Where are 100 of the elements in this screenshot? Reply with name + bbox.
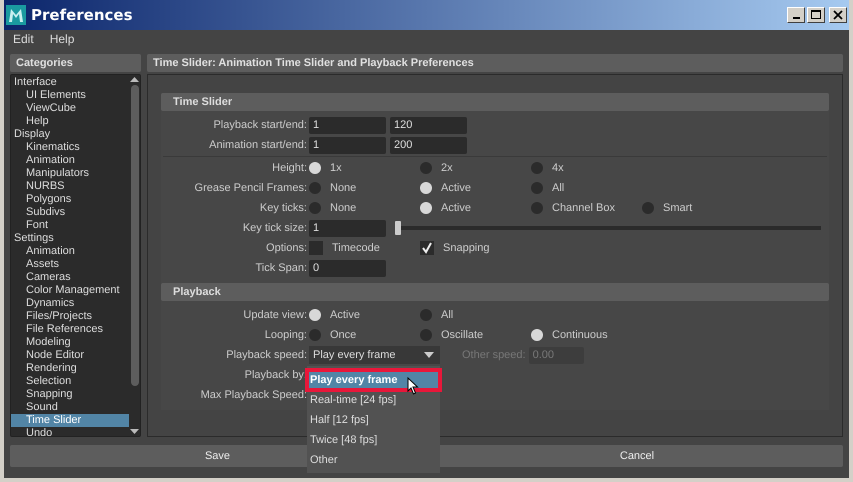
radio-label: 4x (552, 162, 564, 174)
menu-option[interactable]: Play every frame (307, 370, 440, 390)
category-item[interactable]: Rendering (11, 362, 129, 375)
field-label: Options: (265, 242, 308, 254)
cursor-icon (407, 377, 419, 395)
field-label: Playback by: (244, 369, 308, 381)
field-label: Max Playback Speed: (200, 389, 308, 401)
radio-label: Active (441, 182, 471, 194)
radio-label: Active (441, 202, 471, 214)
category-item[interactable]: Modeling (11, 336, 129, 349)
window-title: Preferences (31, 6, 134, 24)
scroll-up-icon[interactable] (130, 77, 139, 82)
radio-button[interactable] (309, 162, 321, 174)
field-label: Key tick size: (242, 222, 308, 234)
menu-item[interactable]: Edit (13, 32, 34, 46)
radio-button[interactable] (531, 329, 543, 341)
category-item[interactable]: Settings (11, 232, 129, 245)
maximize-icon (811, 10, 821, 20)
category-item[interactable]: Sound (11, 401, 129, 414)
radio-button[interactable] (531, 182, 543, 194)
radio-button[interactable] (420, 202, 432, 214)
section-header[interactable]: Playback (161, 283, 829, 301)
categories-header: Categories (10, 54, 141, 72)
number-field[interactable]: 1 (309, 116, 386, 134)
number-field[interactable]: 200 (390, 136, 467, 154)
radio-button[interactable] (420, 329, 432, 341)
category-item[interactable]: Font (11, 219, 129, 232)
category-item[interactable]: Undo (11, 427, 129, 436)
menu-option[interactable]: Real-time [24 fps] (307, 390, 440, 410)
field-label: Height: (271, 162, 308, 174)
category-item[interactable]: File References (11, 323, 129, 336)
radio-label: Oscillate (441, 329, 484, 341)
category-item[interactable]: NURBS (11, 180, 129, 193)
field-label: Tick Span: (254, 262, 308, 274)
category-item[interactable]: Animation (11, 245, 129, 258)
radio-label: Smart (663, 202, 692, 214)
radio-button[interactable] (309, 309, 321, 321)
close-button[interactable] (829, 7, 847, 23)
field-label: Looping: (264, 329, 308, 341)
category-item[interactable]: ViewCube (11, 102, 129, 115)
category-item[interactable]: Node Editor (11, 349, 129, 362)
app-icon (6, 5, 26, 25)
radio-label: Channel Box (552, 202, 615, 214)
checkbox-label: Snapping (443, 242, 490, 254)
checkbox[interactable] (309, 241, 323, 255)
category-item[interactable]: Display (11, 128, 129, 141)
radio-button[interactable] (420, 309, 432, 321)
minimize-icon (792, 17, 800, 19)
maximize-button[interactable] (807, 7, 825, 23)
radio-label: None (330, 202, 356, 214)
section-header[interactable]: Time Slider (161, 93, 829, 111)
radio-button[interactable] (420, 182, 432, 194)
category-item[interactable]: Polygons (11, 193, 129, 206)
radio-label: 2x (441, 162, 453, 174)
scrollbar-thumb[interactable] (130, 85, 138, 386)
radio-label: All (441, 309, 454, 321)
menu-item[interactable]: Help (50, 32, 74, 46)
category-item[interactable]: Dynamics (11, 297, 129, 310)
radio-label: 1x (330, 162, 342, 174)
category-item[interactable]: Cameras (11, 271, 129, 284)
number-field[interactable]: 120 (390, 116, 467, 134)
category-item[interactable]: Files/Projects (11, 310, 129, 323)
category-item[interactable]: Snapping (11, 388, 129, 401)
radio-button[interactable] (309, 329, 321, 341)
minimize-button[interactable] (787, 7, 805, 23)
close-icon (833, 10, 843, 20)
field-label: Playback start/end: (212, 119, 308, 131)
category-item[interactable]: Time Slider (11, 414, 129, 427)
category-item[interactable]: Assets (11, 258, 129, 271)
menu-option[interactable]: Half [12 fps] (307, 410, 440, 430)
radio-button[interactable] (420, 162, 432, 174)
checkbox[interactable] (420, 241, 434, 255)
radio-button[interactable] (309, 182, 321, 194)
category-item[interactable]: Color Management (11, 284, 129, 297)
field-label: Grease Pencil Frames: (194, 182, 308, 194)
scroll-down-icon[interactable] (130, 429, 139, 434)
category-item[interactable]: Help (11, 115, 129, 128)
number-field[interactable]: 1 (309, 220, 386, 236)
number-field[interactable]: 0 (309, 260, 386, 276)
radio-label: Once (330, 329, 356, 341)
field-label: Playback speed: (225, 349, 308, 361)
category-item[interactable]: Animation (11, 154, 129, 167)
radio-label: All (552, 182, 564, 194)
slider-thumb[interactable] (395, 221, 401, 235)
category-item[interactable]: UI Elements (11, 89, 129, 102)
dropdown[interactable]: Play every frame (309, 346, 440, 364)
radio-button[interactable] (309, 202, 321, 214)
radio-button[interactable] (642, 202, 654, 214)
category-item[interactable]: Kinematics (11, 141, 129, 154)
number-field[interactable]: 1 (309, 136, 386, 154)
field-label: Update view: (242, 309, 308, 321)
category-item[interactable]: Interface (11, 76, 129, 89)
category-item[interactable]: Manipulators (11, 167, 129, 180)
radio-button[interactable] (531, 162, 543, 174)
category-item[interactable]: Selection (11, 375, 129, 388)
scrollbar[interactable] (129, 75, 140, 436)
category-item[interactable]: Subdivs (11, 206, 129, 219)
radio-button[interactable] (531, 202, 543, 214)
radio-label: Active (330, 309, 360, 321)
radio-label: None (330, 182, 356, 194)
